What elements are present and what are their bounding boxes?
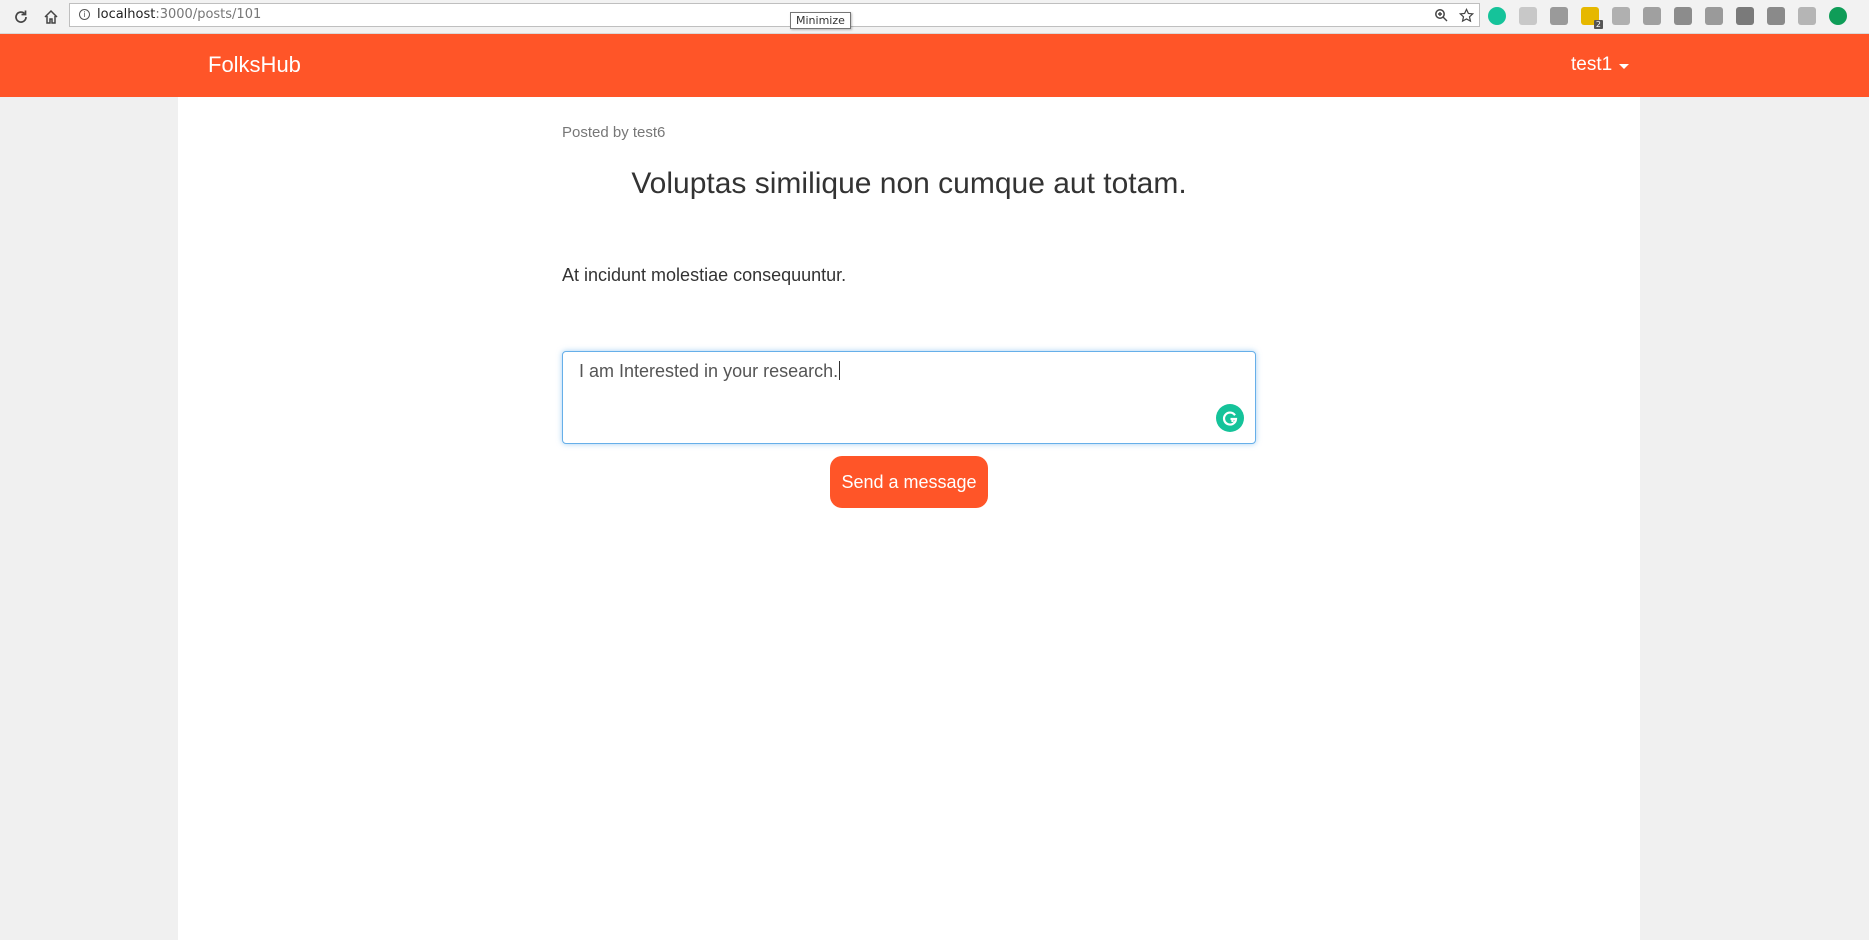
info-icon[interactable]: i bbox=[79, 9, 90, 20]
ext-icon-9[interactable] bbox=[1736, 7, 1754, 25]
extensions-row: 2 bbox=[1488, 6, 1847, 29]
ext-icon-2[interactable] bbox=[1519, 7, 1537, 25]
url-path: :3000/posts/101 bbox=[155, 7, 262, 22]
bookmark-star-icon[interactable] bbox=[1458, 7, 1474, 23]
browser-toolbar: i localhost:3000/posts/101 Minimize 2 bbox=[0, 0, 1869, 34]
address-bar[interactable]: i localhost:3000/posts/101 bbox=[69, 3, 1480, 27]
send-message-button[interactable]: Send a message bbox=[830, 456, 988, 508]
grammarly-ext-icon[interactable] bbox=[1488, 7, 1506, 25]
home-icon[interactable] bbox=[40, 6, 62, 28]
ext-icon-3[interactable] bbox=[1550, 7, 1568, 25]
url-host: localhost bbox=[97, 7, 156, 22]
ext-icon-8[interactable] bbox=[1705, 7, 1723, 25]
minimize-tooltip: Minimize bbox=[790, 12, 851, 29]
extension-badge: 2 bbox=[1593, 20, 1603, 29]
zoom-icon[interactable] bbox=[1433, 7, 1449, 23]
reload-icon[interactable] bbox=[10, 6, 32, 28]
user-name: test1 bbox=[1571, 54, 1613, 75]
message-textarea[interactable]: I am Interested in your research. bbox=[562, 351, 1256, 444]
app-navbar: FolksHub test1 bbox=[0, 34, 1869, 97]
ext-icon-7[interactable] bbox=[1674, 7, 1692, 25]
message-value: I am Interested in your research. bbox=[579, 361, 839, 381]
caret-down-icon bbox=[1619, 63, 1630, 69]
post-container: Posted by test6 Voluptas similique non c… bbox=[178, 97, 1640, 940]
post-body: At incidunt molestiae consequuntur. bbox=[562, 265, 847, 285]
ext-icon-5[interactable] bbox=[1612, 7, 1630, 25]
text-cursor bbox=[839, 361, 841, 380]
brand-logo-link[interactable]: FolksHub bbox=[208, 52, 301, 78]
url-text: localhost:3000/posts/101 bbox=[97, 7, 261, 22]
post-author: Posted by test6 bbox=[562, 124, 666, 141]
user-menu-dropdown[interactable]: test1 bbox=[1571, 54, 1630, 76]
message-text: I am Interested in your research. bbox=[579, 361, 841, 382]
update-icon[interactable] bbox=[1829, 7, 1847, 25]
ext-icon-4[interactable]: 2 bbox=[1581, 7, 1603, 29]
post-title: Voluptas similique non cumque aut totam. bbox=[631, 167, 1187, 200]
ext-icon-10[interactable] bbox=[1767, 7, 1785, 25]
ext-icon-6[interactable] bbox=[1643, 7, 1661, 25]
grammarly-icon[interactable] bbox=[1216, 404, 1244, 432]
ext-icon-11[interactable] bbox=[1798, 7, 1816, 25]
